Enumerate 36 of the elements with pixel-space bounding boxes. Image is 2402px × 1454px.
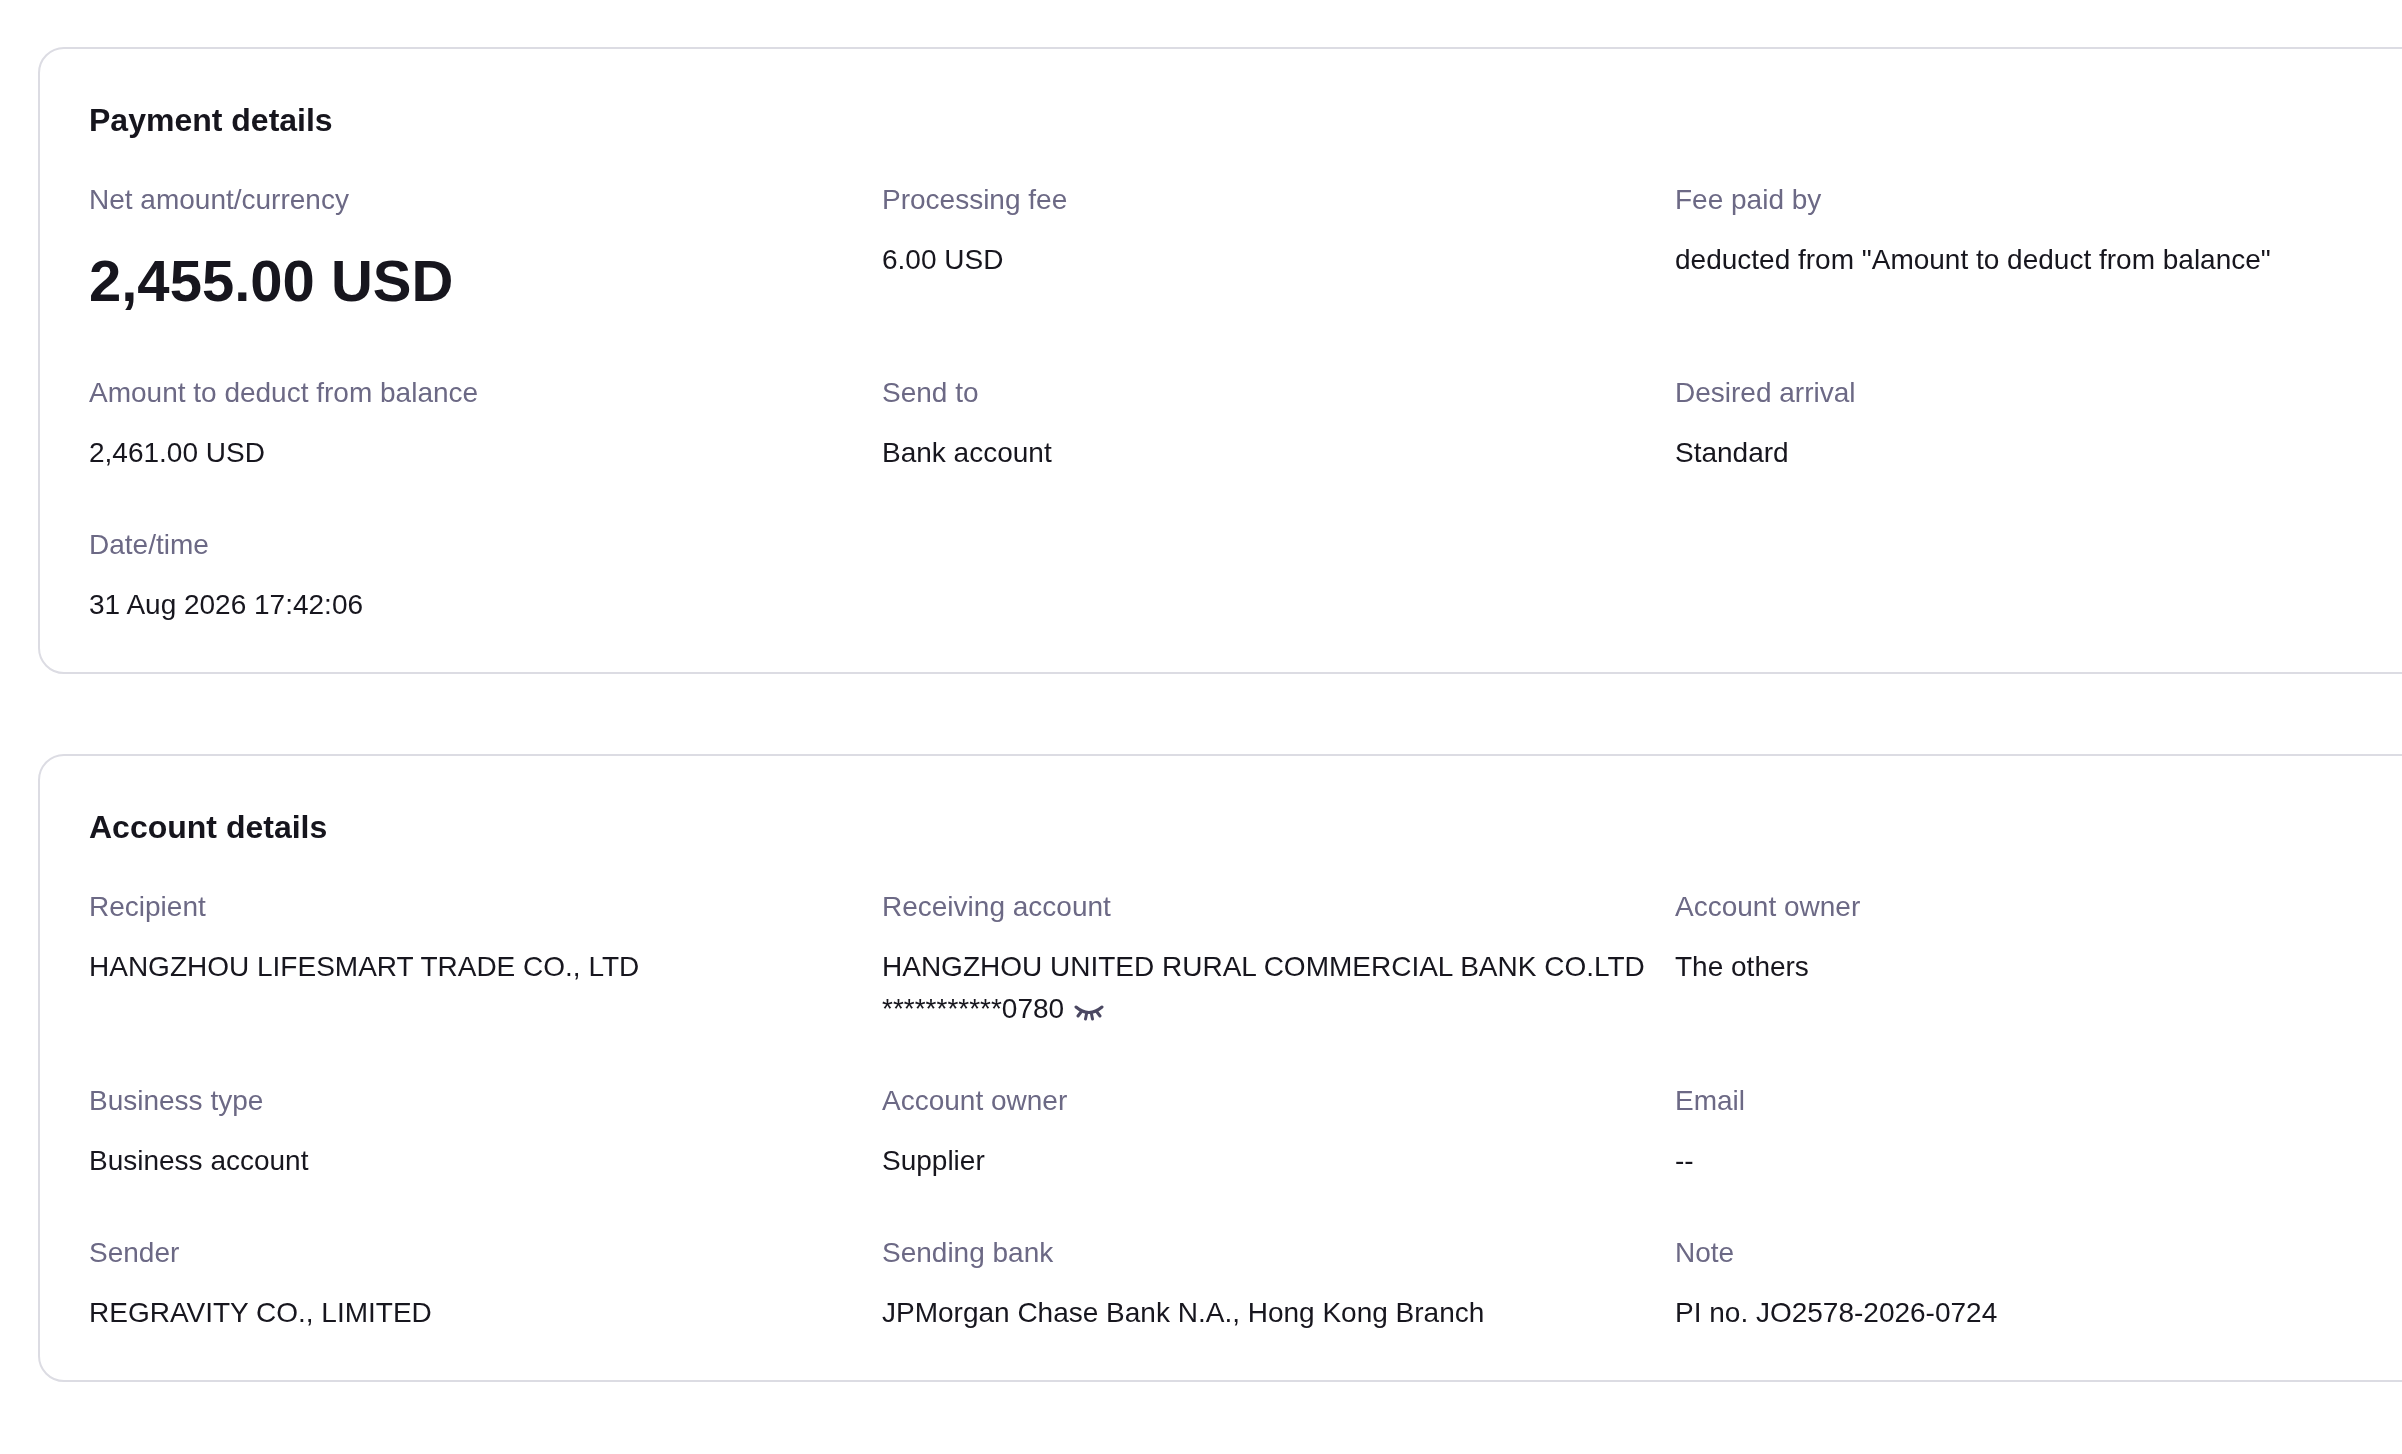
field-value: HANGZHOU UNITED RURAL COMMERCIAL BANK CO.LTD	[882, 950, 1646, 984]
closed-eye-icon[interactable]	[1074, 1003, 1105, 1021]
field-label: Sender	[89, 1236, 181, 1270]
field-label: Amount to deduct from balance	[89, 376, 480, 410]
field-label: Recipient	[89, 890, 207, 924]
field-value: 2,461.00 USD	[89, 436, 266, 470]
field-value: --	[1675, 1144, 1695, 1178]
field-label: Sending bank	[882, 1236, 1055, 1270]
field-value: Standard	[1675, 436, 1790, 470]
field-value: 6.00 USD	[882, 243, 1005, 277]
field-label: Receiving account	[882, 890, 1112, 924]
field-label: Note	[1675, 1236, 1736, 1270]
account-number: ***********0780	[882, 992, 1065, 1026]
field-label: Processing fee	[882, 183, 1069, 217]
field-label: Desired arrival	[1675, 376, 1857, 410]
field-value: PI no. JO2578-2026-0724	[1675, 1296, 1999, 1330]
field-value: JPMorgan Chase Bank N.A., Hong Kong Branch	[882, 1296, 1486, 1330]
field-value: The others	[1675, 950, 1810, 984]
field-value: deducted from "Amount to deduct from balance"	[1675, 243, 2272, 277]
field-value: REGRAVITY CO., LIMITED	[89, 1296, 433, 1330]
field-label: Fee paid by	[1675, 183, 1823, 217]
field-value: HANGZHOU LIFESMART TRADE CO., LTD	[89, 950, 641, 984]
field-label: Account owner	[882, 1084, 1069, 1118]
field-label: Business type	[89, 1084, 265, 1118]
field-label: Date/time	[89, 528, 210, 562]
field-value: Bank account	[882, 436, 1053, 470]
field-label: Net amount/currency	[89, 183, 350, 217]
field-value: Supplier	[882, 1144, 986, 1178]
field-label: Email	[1675, 1084, 1746, 1118]
field-value: 31 Aug 2026 17:42:06	[89, 588, 365, 622]
section-title: Payment details	[89, 102, 334, 138]
field-value: Business account	[89, 1144, 310, 1178]
field-label: Account owner	[1675, 890, 1862, 924]
amount-value: 2,455.00 USD	[89, 247, 455, 315]
field-label: Send to	[882, 376, 980, 410]
section-title: Account details	[89, 809, 329, 845]
